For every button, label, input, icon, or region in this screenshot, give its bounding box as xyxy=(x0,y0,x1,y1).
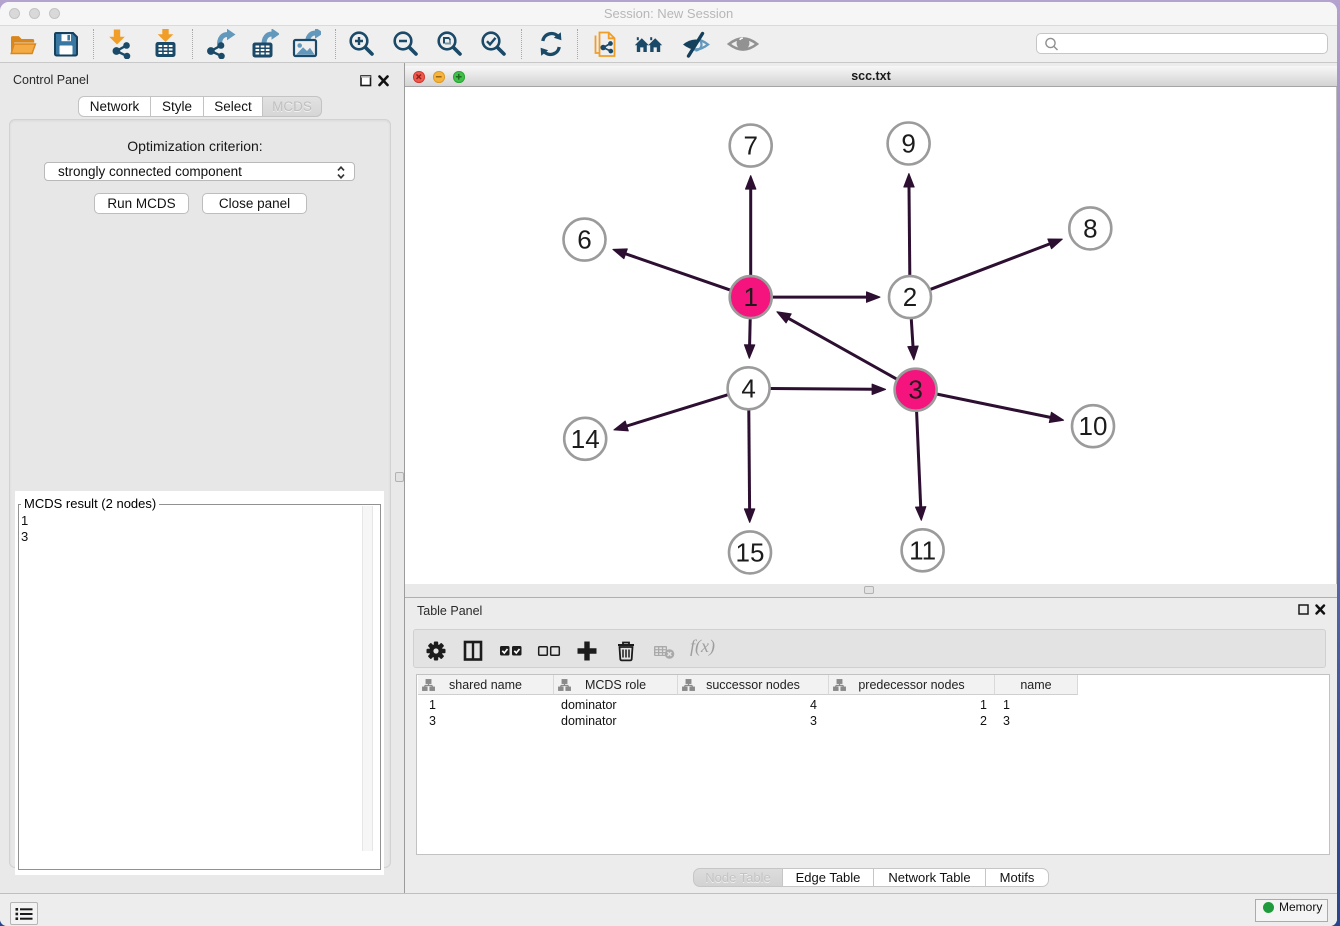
svg-text:3: 3 xyxy=(908,375,922,405)
svg-text:15: 15 xyxy=(736,537,765,567)
svg-text:14: 14 xyxy=(571,424,600,454)
svg-text:7: 7 xyxy=(743,131,757,161)
svg-text:6: 6 xyxy=(577,225,591,255)
svg-text:2: 2 xyxy=(903,282,917,312)
svg-text:10: 10 xyxy=(1079,411,1108,441)
svg-text:4: 4 xyxy=(741,373,755,403)
svg-text:9: 9 xyxy=(901,129,915,159)
svg-text:1: 1 xyxy=(743,282,757,312)
svg-text:8: 8 xyxy=(1083,213,1097,243)
svg-text:11: 11 xyxy=(909,535,936,565)
